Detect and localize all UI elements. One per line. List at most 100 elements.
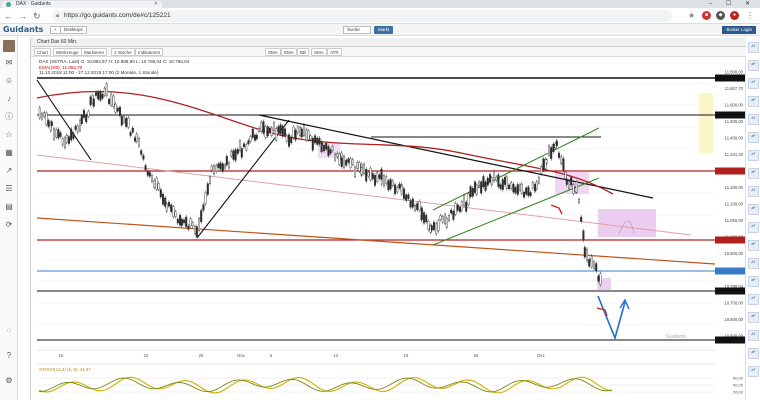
desktops-button[interactable]: Desktops (60, 26, 87, 34)
widget-tile[interactable]: aT (748, 330, 759, 341)
candle (506, 177, 508, 189)
candle (381, 169, 383, 179)
price-axis-label: 11.400,00 (725, 136, 744, 141)
extension-stop-icon[interactable]: ■ (702, 11, 711, 20)
widget-tile[interactable]: aP (748, 312, 759, 323)
candle (328, 146, 330, 155)
grid-icon[interactable]: ▦ (4, 148, 14, 158)
candle (237, 149, 239, 153)
candle (170, 205, 172, 212)
widget-tile[interactable]: aT (748, 78, 759, 89)
candle (416, 204, 418, 210)
candle (252, 129, 254, 137)
extension-red-icon[interactable]: ● (730, 11, 739, 20)
candle (258, 128, 260, 131)
list-icon[interactable]: ☰ (4, 184, 14, 194)
widget-tile[interactable]: aP (748, 276, 759, 287)
candle (53, 129, 55, 139)
markt-button[interactable]: Markt (374, 26, 393, 34)
close-tab-icon[interactable]: ✕ (154, 1, 158, 8)
candle (325, 143, 327, 149)
user-icon[interactable]: ☺ (4, 76, 14, 86)
widget-tile[interactable]: aP (748, 168, 759, 179)
osc-tick-label: 20,00 (733, 390, 744, 395)
reload-icon[interactable]: ↻ (33, 11, 41, 22)
chart-icon[interactable]: ↗ (4, 166, 14, 176)
widget-tile[interactable]: aT (748, 366, 759, 377)
candle (446, 218, 448, 227)
candle (185, 217, 187, 227)
candle (209, 177, 211, 183)
widget-tile[interactable]: aT (748, 294, 759, 305)
candle (453, 211, 455, 219)
widget-tile[interactable]: aT (748, 222, 759, 233)
broker-login-button[interactable]: Broker Login (722, 26, 756, 34)
widget-tile[interactable]: aT (748, 258, 759, 269)
price-chart[interactable]: 11.800,0011.667,7011.600,0011.500,0011.4… (31, 38, 746, 400)
tab-title: DAX · Guidants (16, 1, 51, 7)
candle (130, 132, 132, 135)
browser-menu-icon[interactable]: ⋮ (746, 11, 754, 20)
star-icon[interactable]: ☆ (4, 130, 14, 140)
widget-tile[interactable]: aT (748, 150, 759, 161)
browser-tab[interactable]: DAX · Guidants ✕ (2, 1, 162, 8)
candle (149, 172, 151, 176)
search-button[interactable]: Suche (343, 26, 371, 34)
candle (254, 135, 256, 140)
widget-tile[interactable]: aP (748, 240, 759, 251)
info-icon[interactable]: ⓘ (4, 112, 14, 122)
window-controls[interactable]: – ☐ ✕ (709, 0, 756, 7)
settings-icon[interactable]: ⚙ (4, 376, 14, 386)
extension-shield-icon[interactable]: ◆ (716, 11, 725, 20)
candle (177, 219, 179, 223)
candle (207, 184, 209, 195)
help-icon[interactable]: ? (4, 351, 14, 361)
widget-tile[interactable]: aP (748, 132, 759, 143)
candle (102, 94, 104, 98)
level-tag (715, 288, 745, 295)
chat-icon[interactable]: ◌ (4, 326, 14, 336)
app-header: Guidants + Desktops Suche Markt Broker L… (0, 24, 760, 36)
url-input[interactable]: 🔒︎ https://go.guidants.com/de#c/125221 (52, 10, 672, 22)
widget-tile[interactable]: aP (748, 204, 759, 215)
widget-tile[interactable]: aP (748, 96, 759, 107)
candle (457, 205, 459, 211)
oscillator-label: STOCH(14,3) (5, 5): 44,37 (39, 367, 91, 372)
bookmark-star-icon[interactable]: ★ (688, 11, 695, 20)
messages-icon[interactable]: ✉ (4, 58, 14, 68)
widget-tile[interactable]: aP (748, 60, 759, 71)
candle (465, 202, 467, 211)
chart-panel: Chart Dax 60 Min. Chart Werkzeuge Markie… (30, 38, 745, 400)
widget-tile[interactable]: aT (748, 114, 759, 125)
candle (282, 126, 284, 136)
back-icon[interactable]: ← (4, 11, 13, 21)
refresh-icon[interactable]: ⟳ (4, 220, 14, 230)
avatar[interactable] (3, 40, 15, 52)
candle (134, 138, 136, 142)
candle (543, 159, 545, 170)
candle (510, 183, 512, 189)
candle (565, 172, 567, 179)
candle (493, 171, 495, 181)
right-rail: aT aP aT aP aT aP aT aP aT aP aT aP aT a… (745, 36, 760, 400)
candle (293, 127, 295, 137)
candle (90, 97, 92, 105)
candle (343, 156, 345, 167)
candle (530, 192, 532, 195)
candle (222, 164, 224, 172)
forward-icon[interactable]: → (18, 11, 27, 21)
widget-tile[interactable]: aT (748, 42, 759, 53)
candle (275, 128, 277, 140)
candle (60, 133, 62, 137)
candle (66, 135, 68, 142)
document-icon[interactable]: ▤ (4, 202, 14, 212)
candle (73, 133, 75, 138)
candle (260, 122, 262, 131)
candle (341, 158, 343, 167)
widget-tile[interactable]: aP (748, 348, 759, 359)
bell-icon[interactable]: ♪ (4, 94, 14, 104)
candle (284, 129, 286, 135)
candle (303, 125, 305, 135)
candle (500, 185, 502, 189)
widget-tile[interactable]: aT (748, 186, 759, 197)
